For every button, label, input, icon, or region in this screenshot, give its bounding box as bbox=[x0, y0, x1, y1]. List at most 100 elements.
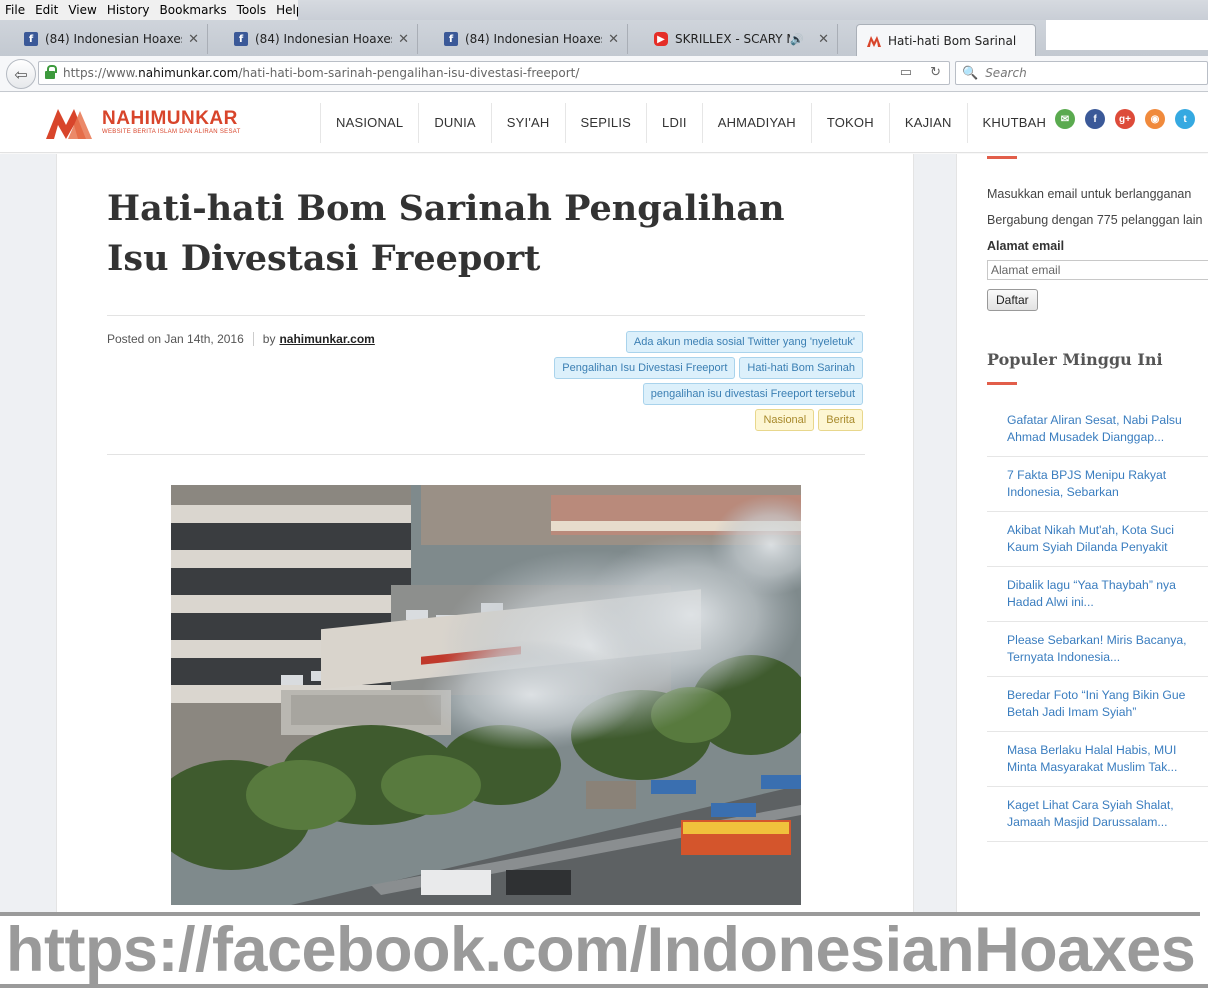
popular-link[interactable]: Please Sebarkan! Miris Bacanya, Ternyata… bbox=[987, 622, 1208, 677]
nav-tokoh[interactable]: TOKOH bbox=[812, 103, 890, 143]
titlebar-background bbox=[298, 0, 1208, 20]
menu-file[interactable]: File bbox=[0, 3, 30, 17]
close-icon[interactable]: ✕ bbox=[188, 32, 199, 47]
article-title: Hati-hati Bom Sarinah Pengalihan Isu Div… bbox=[107, 188, 785, 279]
social-icons: ✉ f g+ ◉ t bbox=[1055, 109, 1195, 129]
tab-label: (84) Indonesian Hoaxes Co... bbox=[255, 32, 392, 46]
speaker-icon[interactable]: 🔊 bbox=[790, 33, 804, 46]
site-logo[interactable]: NAHIMUNKAR WEBSITE BERITA ISLAM DAN ALIR… bbox=[46, 105, 241, 139]
popular-link[interactable]: Akibat Nikah Mut'ah, Kota Suci Kaum Syia… bbox=[987, 512, 1208, 567]
email-icon[interactable]: ✉ bbox=[1055, 109, 1075, 129]
popular-heading: Populer Minggu Ini bbox=[987, 350, 1163, 369]
subscribe-button[interactable]: Daftar bbox=[987, 289, 1038, 311]
popular-link[interactable]: Dibalik lagu “Yaa Thaybah” nya Hadad Alw… bbox=[987, 567, 1208, 622]
article-photo bbox=[171, 485, 801, 905]
heading-accent bbox=[987, 156, 1017, 159]
popular-link[interactable]: Beredar Foto “Ini Yang Bikin Gue Betah J… bbox=[987, 677, 1208, 732]
search-icon: 🔍 bbox=[962, 65, 979, 81]
facebook-icon: f bbox=[444, 32, 458, 46]
email-label: Alamat email bbox=[987, 239, 1065, 253]
tab-1[interactable]: f (84) Indonesian Hoaxes ✕ bbox=[0, 24, 208, 54]
reader-view-icon[interactable]: ▭ bbox=[900, 65, 912, 80]
by-label: by bbox=[262, 332, 276, 346]
twitter-icon[interactable]: t bbox=[1175, 109, 1195, 129]
nav-syiah[interactable]: SYI'AH bbox=[492, 103, 566, 143]
close-icon[interactable]: ✕ bbox=[608, 32, 619, 47]
popular-list: Gafatar Aliran Sesat, Nabi Palsu Ahmad M… bbox=[987, 400, 1208, 842]
tab-label: Hati-hati Bom Sarinal bbox=[888, 33, 1017, 48]
main-nav: NASIONAL DUNIA SYI'AH SEPILIS LDII AHMAD… bbox=[320, 103, 1061, 143]
menu-bookmarks[interactable]: Bookmarks bbox=[155, 3, 232, 17]
sidebar: Masukkan email untuk berlangganan Bergab… bbox=[956, 154, 1208, 914]
category-link[interactable]: Nasional bbox=[755, 409, 815, 431]
email-placeholder: Alamat email bbox=[991, 263, 1061, 277]
rss-icon[interactable]: ◉ bbox=[1145, 109, 1165, 129]
nav-ahmadiyah[interactable]: AHMADIYAH bbox=[703, 103, 812, 143]
menu-tools[interactable]: Tools bbox=[232, 3, 272, 17]
tab-5-active[interactable]: Hati-hati Bom Sarinal bbox=[856, 24, 1036, 56]
nav-kajian[interactable]: KAJIAN bbox=[890, 103, 968, 143]
url-bar[interactable]: https://www. nahimunkar.com/hati-hati-bom… bbox=[38, 61, 950, 85]
popular-link[interactable]: Masa Berlaku Halal Habis, MUI Minta Masy… bbox=[987, 732, 1208, 787]
url-prefix: https://www. bbox=[63, 66, 139, 80]
author-link[interactable]: nahimunkar.com bbox=[279, 332, 374, 346]
reload-icon[interactable]: ↻ bbox=[930, 65, 941, 80]
divider bbox=[107, 454, 865, 455]
category-link[interactable]: Berita bbox=[818, 409, 863, 431]
nav-khutbah[interactable]: KHUTBAH bbox=[968, 103, 1062, 143]
subscribe-text: Masukkan email untuk berlangganan bbox=[987, 187, 1192, 201]
facebook-icon: f bbox=[24, 32, 38, 46]
tag-link[interactable]: Pengalihan Isu Divestasi Freeport bbox=[554, 357, 736, 379]
email-field[interactable]: Alamat email bbox=[987, 260, 1208, 280]
popular-link[interactable]: Gafatar Aliran Sesat, Nabi Palsu Ahmad M… bbox=[987, 400, 1208, 457]
url-path: /hati-hati-bom-sarinah-pengalihan-isu-di… bbox=[238, 66, 580, 80]
nahimunkar-icon bbox=[867, 34, 881, 48]
post-date: Posted on Jan 14th, 2016 bbox=[107, 332, 244, 346]
street-smoke-photo bbox=[171, 485, 801, 905]
post-meta: Posted on Jan 14th, 2016 by nahimunkar.c… bbox=[107, 332, 375, 346]
close-icon[interactable]: ✕ bbox=[398, 32, 409, 47]
nav-sepilis[interactable]: SEPILIS bbox=[566, 103, 648, 143]
tab-4[interactable]: ▶ SKRILLEX - SCARY MO... 🔊 ✕ bbox=[630, 24, 838, 54]
logo-mark-icon bbox=[46, 105, 100, 139]
nav-nasional[interactable]: NASIONAL bbox=[321, 103, 420, 143]
site-header: NAHIMUNKAR WEBSITE BERITA ISLAM DAN ALIR… bbox=[0, 93, 1208, 153]
tag-link[interactable]: Hati-hati Bom Sarinah bbox=[739, 357, 863, 379]
watermark-text: https://facebook.com/IndonesianHoaxes bbox=[6, 915, 1196, 985]
tag-link[interactable]: pengalihan isu divestasi Freeport terseb… bbox=[642, 383, 863, 405]
tab-overflow-area bbox=[1046, 20, 1208, 50]
url-domain: nahimunkar.com bbox=[138, 66, 239, 80]
navigation-toolbar: ⇦ https://www. nahimunkar.com/hati-hati-b… bbox=[0, 56, 1208, 92]
search-input[interactable]: 🔍 Search bbox=[955, 61, 1208, 85]
tab-label: SKRILLEX - SCARY MO... bbox=[675, 32, 790, 46]
tag-link[interactable]: Ada akun media sosial Twitter yang 'nyel… bbox=[625, 331, 863, 353]
divider bbox=[252, 332, 254, 346]
close-icon[interactable]: ✕ bbox=[818, 32, 829, 47]
arrow-left-icon: ⇦ bbox=[14, 64, 28, 84]
facebook-icon[interactable]: f bbox=[1085, 109, 1105, 129]
menu-bar: File Edit View History Bookmarks Tools H… bbox=[0, 0, 304, 20]
divider bbox=[107, 315, 865, 316]
menu-edit[interactable]: Edit bbox=[30, 3, 63, 17]
popular-link[interactable]: 7 Fakta BPJS Menipu Rakyat Indonesia, Se… bbox=[987, 457, 1208, 512]
search-placeholder: Search bbox=[985, 66, 1027, 80]
popular-link[interactable]: Kaget Lihat Cara Syiah Shalat, Jamaah Ma… bbox=[987, 787, 1208, 842]
subscriber-count: Bergabung dengan 775 pelanggan lain bbox=[987, 213, 1203, 227]
tab-strip: f (84) Indonesian Hoaxes ✕ f (84) Indone… bbox=[0, 20, 1208, 56]
tab-label: (84) Indonesian Hoaxes Co... bbox=[465, 32, 602, 46]
article: Hati-hati Bom Sarinah Pengalihan Isu Div… bbox=[56, 154, 914, 914]
back-button[interactable]: ⇦ bbox=[6, 59, 36, 89]
tab-2[interactable]: f (84) Indonesian Hoaxes Co... ✕ bbox=[210, 24, 418, 54]
tab-3[interactable]: f (84) Indonesian Hoaxes Co... ✕ bbox=[420, 24, 628, 54]
facebook-icon: f bbox=[234, 32, 248, 46]
heading-accent bbox=[987, 382, 1017, 385]
lock-icon bbox=[45, 64, 57, 79]
nav-dunia[interactable]: DUNIA bbox=[419, 103, 492, 143]
logo-tagline: WEBSITE BERITA ISLAM DAN ALIRAN SESAT bbox=[102, 128, 241, 135]
google-plus-icon[interactable]: g+ bbox=[1115, 109, 1135, 129]
menu-history[interactable]: History bbox=[102, 3, 155, 17]
menu-view[interactable]: View bbox=[63, 3, 101, 17]
tag-list: Ada akun media sosial Twitter yang 'nyel… bbox=[463, 331, 863, 431]
nav-ldii[interactable]: LDII bbox=[647, 103, 703, 143]
tab-label: (84) Indonesian Hoaxes bbox=[45, 32, 183, 46]
